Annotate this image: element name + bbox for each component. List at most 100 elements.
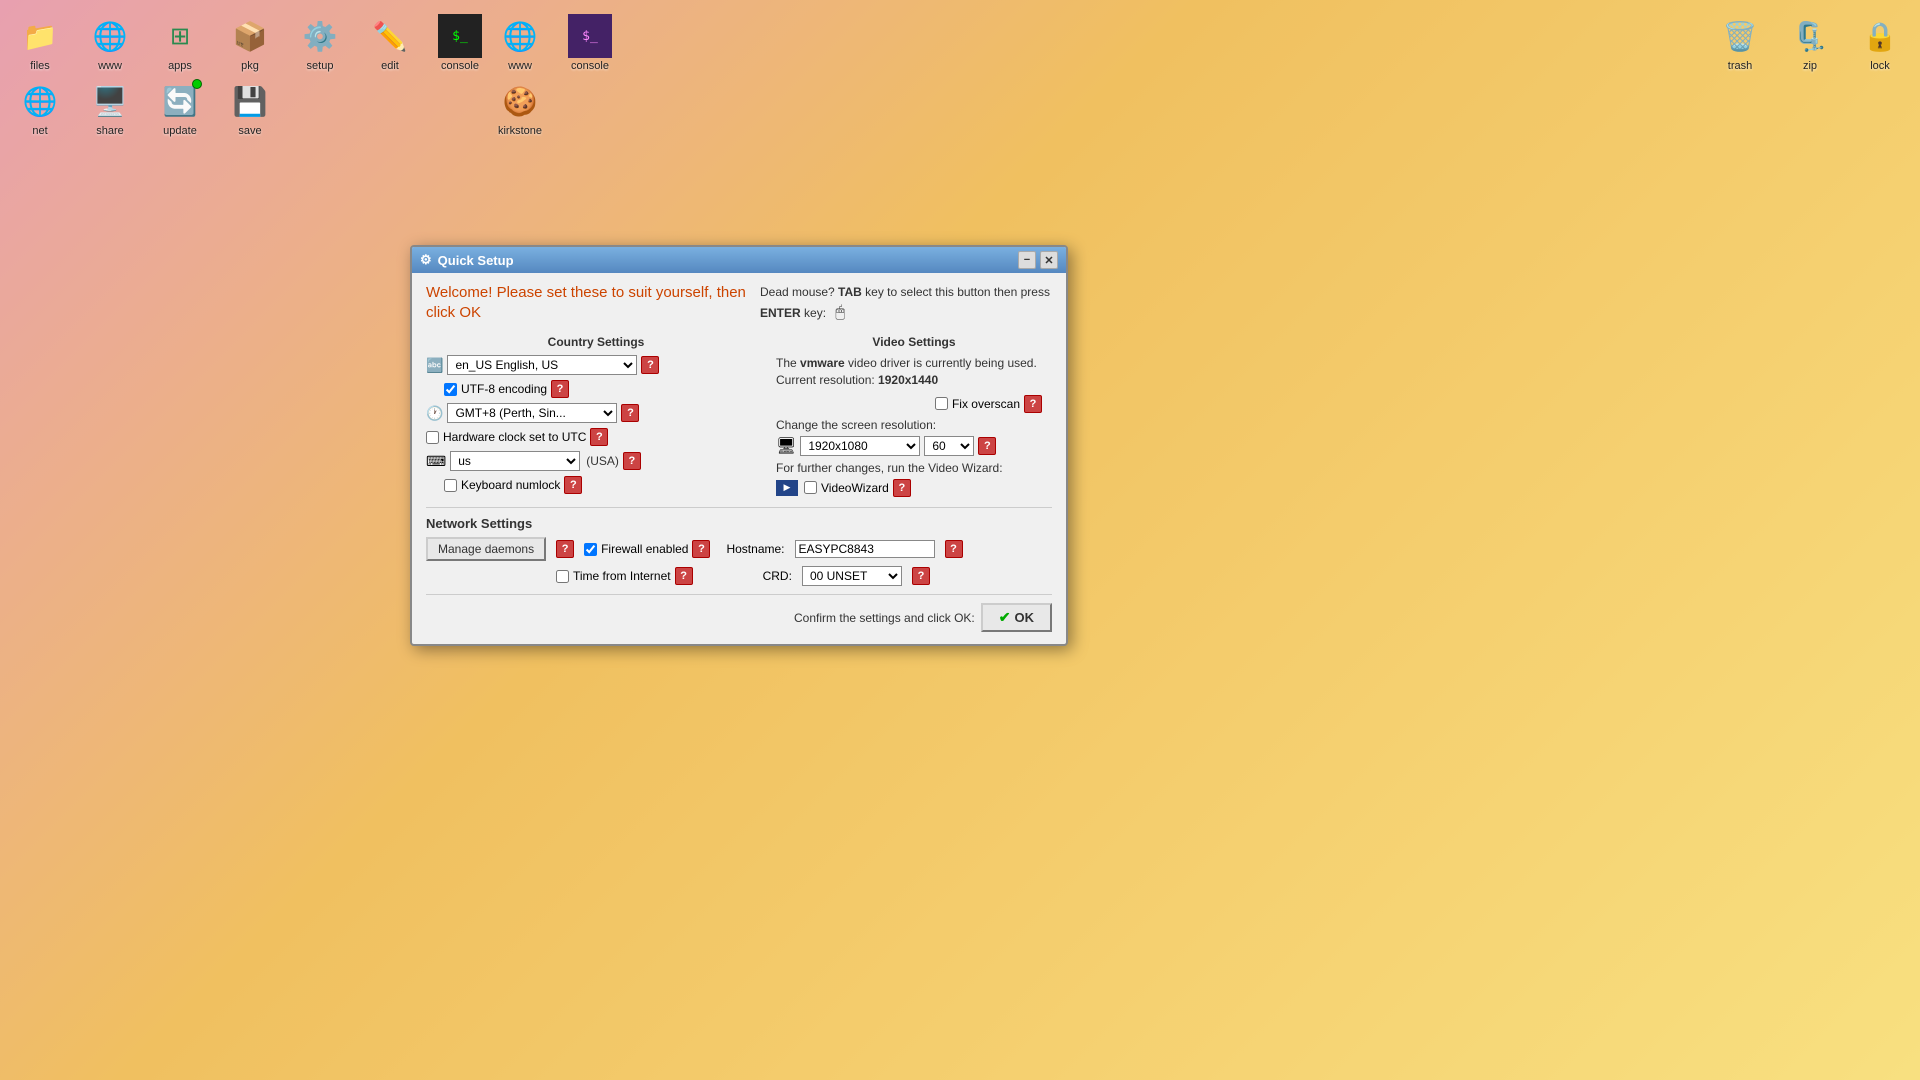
resolution-help-button[interactable]: ? — [978, 437, 996, 455]
share-icon: 🖥️ — [88, 79, 132, 123]
desktop-icon-zip[interactable]: 🗜️ zip — [1775, 10, 1845, 76]
fix-overscan-row: Fix overscan ? — [776, 395, 1042, 413]
videowizard-checkbox[interactable] — [804, 481, 817, 494]
two-col-layout: Country Settings 🔤 en_US English, US ? U… — [426, 335, 1052, 499]
desktop-icon-trash[interactable]: 🗑️ trash — [1705, 10, 1775, 76]
resolution-row: 🖥 1920x1080 60 ? — [776, 436, 1052, 456]
numlock-label: Keyboard numlock — [461, 478, 560, 492]
trash-label: trash — [1728, 60, 1752, 72]
console2-label: console — [571, 60, 609, 72]
desktop-icons-row2: 🌐 net 🖥️ share 🔄 update 💾 save — [0, 65, 290, 151]
dialog-body: Welcome! Please set these to suit yourse… — [412, 273, 1066, 644]
network-section: Network Settings Manage daemons ? Firewa… — [426, 507, 1052, 586]
quick-setup-dialog: ⚙ Quick Setup − ✕ Welcome! Please set th… — [410, 245, 1068, 646]
keyboard-icon: ⌨ — [426, 453, 446, 470]
desktop-icon-save[interactable]: 💾 save — [215, 75, 285, 141]
www2-icon: 🌐 — [498, 14, 542, 58]
time-internet-checkbox[interactable] — [556, 570, 569, 583]
net-label: net — [32, 125, 47, 137]
ok-checkmark-icon: ✔ — [999, 609, 1011, 626]
crd-help-button[interactable]: ? — [912, 567, 930, 585]
console-label: console — [441, 60, 479, 72]
close-button[interactable]: ✕ — [1040, 251, 1058, 269]
refresh-select[interactable]: 60 — [924, 436, 974, 456]
lock-icon: 🔒 — [1858, 14, 1902, 58]
fix-overscan-help-button[interactable]: ? — [1024, 395, 1042, 413]
desktop-icon-console2[interactable]: $_ console — [555, 10, 625, 76]
locale-icon: 🔤 — [426, 357, 443, 374]
ok-button[interactable]: ✔ OK — [981, 603, 1052, 632]
desktop-icon-share[interactable]: 🖥️ share — [75, 75, 145, 141]
hostname-help-button[interactable]: ? — [945, 540, 963, 558]
crd-select[interactable]: 00 UNSET — [802, 566, 902, 586]
locale-help-button[interactable]: ? — [641, 356, 659, 374]
hint-middle: key to select this button then press — [865, 285, 1050, 299]
manage-daemons-button[interactable]: Manage daemons — [426, 537, 546, 561]
crd-label: CRD: — [763, 569, 792, 583]
net-icon: 🌐 — [18, 79, 62, 123]
firewall-checkbox[interactable] — [584, 543, 597, 556]
zip-icon: 🗜️ — [1788, 14, 1832, 58]
resolution-bold: 1920x1440 — [878, 373, 938, 387]
time-internet-row: Time from Internet ? — [556, 567, 693, 585]
save-icon: 💾 — [228, 79, 272, 123]
desktop-icon-update[interactable]: 🔄 update — [145, 75, 215, 141]
hostname-input[interactable] — [795, 540, 935, 558]
hardware-clock-checkbox[interactable] — [426, 431, 439, 444]
timezone-select[interactable]: GMT+8 (Perth, Sin... — [447, 403, 617, 423]
hardware-clock-help-button[interactable]: ? — [590, 428, 608, 446]
setup-label: setup — [307, 60, 334, 72]
hint-mouse-icon: 🖱 — [835, 304, 845, 321]
network-row2: Time from Internet ? CRD: 00 UNSET ? — [426, 566, 1052, 586]
country-section-title: Country Settings — [426, 335, 766, 349]
video-section-title: Video Settings — [776, 335, 1052, 349]
further-changes-text: For further changes, run the Video Wizar… — [776, 461, 1052, 475]
kirkstone-icon: 🍪 — [498, 79, 542, 123]
minimize-button[interactable]: − — [1018, 251, 1036, 269]
zip-label: zip — [1803, 60, 1817, 72]
dialog-title-icon: ⚙ — [420, 252, 432, 268]
video-settings-col: Video Settings The vmware video driver i… — [776, 335, 1052, 499]
desktop-icon-lock[interactable]: 🔒 lock — [1845, 10, 1915, 76]
timezone-row: 🕐 GMT+8 (Perth, Sin... ? — [426, 403, 766, 423]
utf8-help-button[interactable]: ? — [551, 380, 569, 398]
fix-overscan-checkbox[interactable] — [935, 397, 948, 410]
www-icon: 🌐 — [88, 14, 132, 58]
utf8-checkbox[interactable] — [444, 383, 457, 396]
trash-icon: 🗑️ — [1718, 14, 1762, 58]
share-label: share — [96, 125, 124, 137]
time-internet-help-button[interactable]: ? — [675, 567, 693, 585]
desktop-icon-edit[interactable]: ✏️ edit — [355, 10, 425, 76]
time-internet-label: Time from Internet — [573, 569, 671, 583]
edit-label: edit — [381, 60, 399, 72]
videowizard-help-button[interactable]: ? — [893, 479, 911, 497]
manage-daemons-help-button[interactable]: ? — [556, 540, 574, 558]
utf8-label: UTF-8 encoding — [461, 382, 547, 396]
update-icon: 🔄 — [158, 79, 202, 123]
numlock-row: Keyboard numlock ? — [444, 476, 766, 494]
desktop-icon-net[interactable]: 🌐 net — [5, 75, 75, 141]
hardware-clock-row: Hardware clock set to UTC ? — [426, 428, 766, 446]
titlebar-left: ⚙ Quick Setup — [420, 252, 514, 268]
titlebar-controls: − ✕ — [1018, 251, 1058, 269]
desktop-icon-kirkstone[interactable]: 🍪 kirkstone — [485, 75, 555, 141]
welcome-section: Welcome! Please set these to suit yourse… — [426, 283, 1052, 325]
welcome-text: Welcome! Please set these to suit yourse… — [426, 283, 746, 322]
resolution-select[interactable]: 1920x1080 — [800, 436, 920, 456]
videowizard-icon: ▶ — [776, 480, 798, 496]
utf8-row: UTF-8 encoding ? — [444, 380, 766, 398]
welcome-right: Dead mouse? TAB key to select this butto… — [760, 283, 1052, 325]
firewall-help-button[interactable]: ? — [692, 540, 710, 558]
desktop-icons-topright: 🗑️ trash 🗜️ zip 🔒 lock — [1700, 0, 1920, 86]
keyboard-help-button[interactable]: ? — [623, 452, 641, 470]
desktop-icon-setup[interactable]: ⚙️ setup — [285, 10, 355, 76]
hint-tab-bold: TAB — [838, 285, 862, 299]
locale-select[interactable]: en_US English, US — [447, 355, 637, 375]
desktop-icons-center2: 🍪 kirkstone — [480, 65, 560, 151]
timezone-help-button[interactable]: ? — [621, 404, 639, 422]
lock-label: lock — [1870, 60, 1890, 72]
numlock-checkbox[interactable] — [444, 479, 457, 492]
numlock-help-button[interactable]: ? — [564, 476, 582, 494]
dialog-titlebar: ⚙ Quick Setup − ✕ — [412, 247, 1066, 273]
keyboard-select[interactable]: us — [450, 451, 580, 471]
